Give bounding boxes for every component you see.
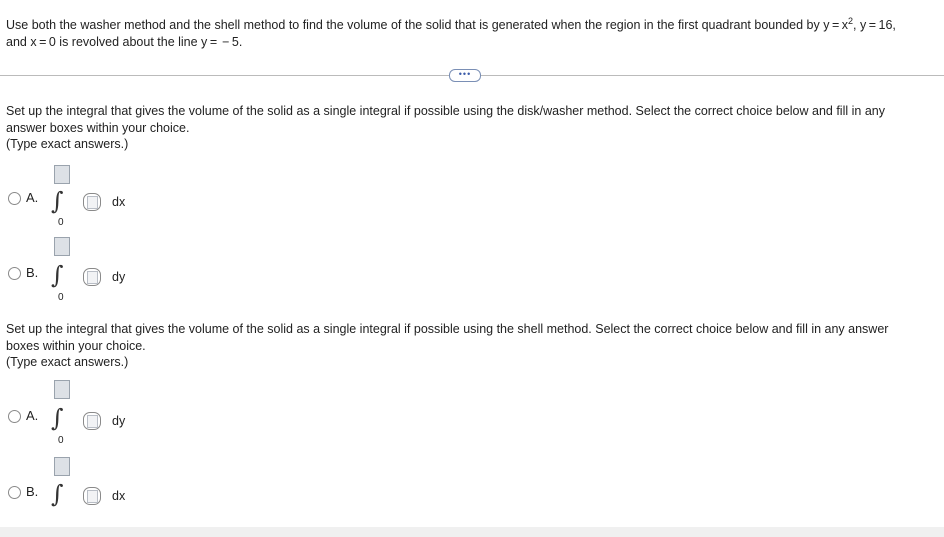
washer-a-integrand-input[interactable] [83, 193, 101, 211]
shell-a-lower-limit: 0 [58, 435, 64, 446]
integrand-box [87, 196, 98, 209]
integral-sign: ∫ [51, 404, 64, 432]
washer-choice-b-radio[interactable] [8, 267, 21, 280]
washer-choice-b[interactable]: B. ∫ 0 dy [6, 237, 206, 303]
bottom-bar [0, 527, 944, 537]
problem-text-after: , y = 16, [853, 18, 896, 33]
washer-instruction-line-1: Set up the integral that gives the volum… [6, 104, 885, 118]
washer-a-lower-limit: 0 [58, 217, 64, 228]
washer-a-upper-limit-input[interactable] [54, 165, 70, 184]
integral-sign: ∫ [51, 187, 64, 215]
shell-choice-b-radio[interactable] [8, 486, 21, 499]
shell-b-integrand-input[interactable] [83, 487, 101, 505]
washer-instructions: Set up the integral that gives the volum… [6, 103, 931, 153]
shell-a-integrand-input[interactable] [83, 412, 101, 430]
integrand-box [87, 490, 98, 503]
shell-choice-a-radio[interactable] [8, 410, 21, 423]
washer-b-lower-limit: 0 [58, 292, 64, 303]
integrand-box [87, 415, 98, 428]
washer-b-integrand-input[interactable] [83, 268, 101, 286]
integrand-box [87, 271, 98, 284]
washer-choice-a-radio[interactable] [8, 192, 21, 205]
integral-sign: ∫ [51, 480, 64, 508]
shell-b-upper-limit-input[interactable] [54, 457, 70, 476]
integral-sign: ∫ [51, 261, 64, 289]
shell-instruction-line-1: Set up the integral that gives the volum… [6, 322, 889, 336]
washer-choice-a-letter: A. [26, 190, 39, 205]
washer-instruction-note: (Type exact answers.) [6, 137, 129, 151]
shell-choice-a[interactable]: A. ∫ 0 dy [6, 380, 206, 446]
washer-choice-a[interactable]: A. ∫ 0 dx [6, 162, 206, 228]
shell-choice-b[interactable]: B. ∫ dx [6, 456, 206, 516]
shell-choice-b-letter: B. [26, 484, 39, 499]
shell-a-differential: dy [112, 414, 126, 428]
shell-b-differential: dx [112, 489, 126, 503]
problem-statement: Use both the washer method and the shell… [6, 13, 936, 51]
washer-instruction-line-2: answer boxes within your choice. [6, 120, 190, 135]
washer-b-upper-limit-input[interactable] [54, 237, 70, 256]
problem-text: Use both the washer method and the shell… [6, 18, 848, 33]
shell-instructions: Set up the integral that gives the volum… [6, 321, 931, 371]
shell-instruction-line-2: boxes within your choice. [6, 338, 146, 353]
washer-a-differential: dx [112, 195, 126, 209]
shell-instruction-note: (Type exact answers.) [6, 355, 129, 369]
shell-a-upper-limit-input[interactable] [54, 380, 70, 399]
washer-b-differential: dy [112, 270, 126, 284]
problem-line-2: and x = 0 is revolved about the line y =… [6, 35, 243, 50]
more-options-button[interactable]: ••• [449, 69, 481, 82]
problem-line-1: Use both the washer method and the shell… [6, 13, 936, 34]
shell-choice-a-letter: A. [26, 408, 39, 423]
washer-choice-b-letter: B. [26, 265, 39, 280]
